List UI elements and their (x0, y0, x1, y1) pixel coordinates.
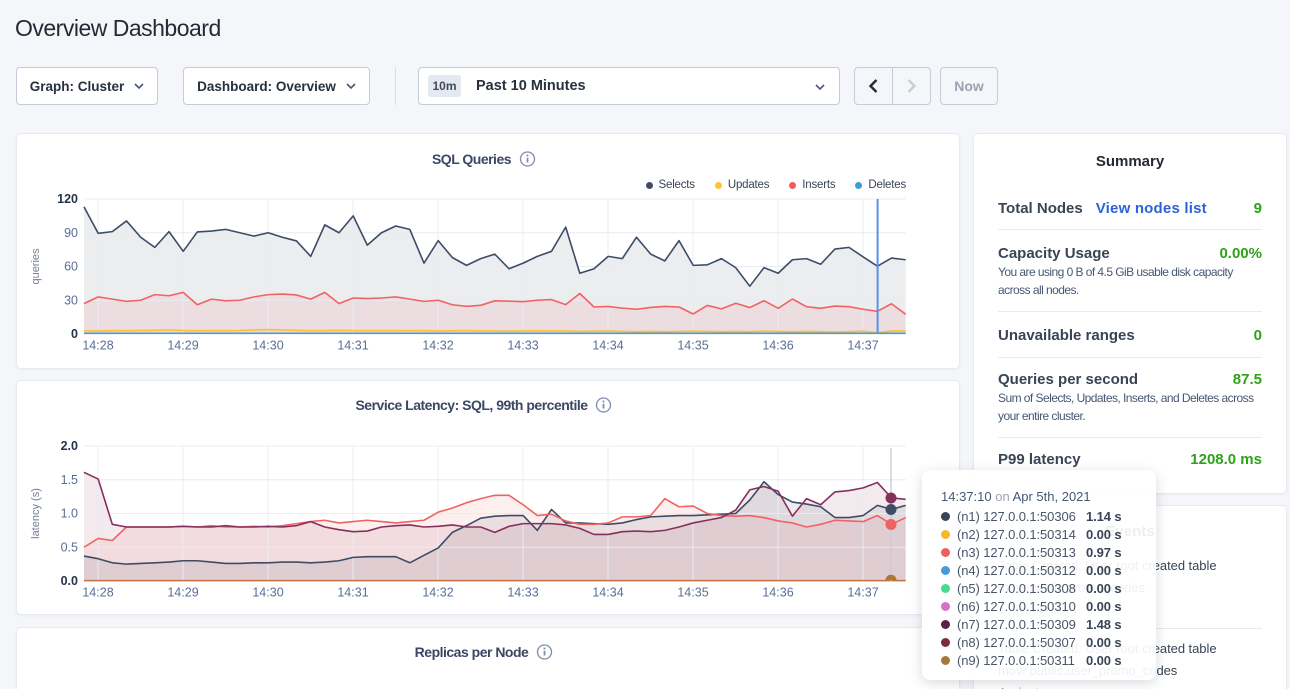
svg-text:14:37: 14:37 (847, 586, 878, 600)
svg-text:60: 60 (64, 260, 78, 274)
svg-text:120: 120 (57, 192, 78, 206)
svg-text:14:33: 14:33 (507, 586, 538, 600)
svg-text:1.5: 1.5 (61, 473, 78, 487)
svg-text:14:36: 14:36 (762, 339, 793, 353)
svg-text:14:29: 14:29 (167, 339, 198, 353)
svg-text:0: 0 (71, 327, 78, 341)
svg-text:14:37: 14:37 (847, 339, 878, 353)
svg-text:30: 30 (64, 293, 78, 307)
svg-text:14:30: 14:30 (252, 586, 283, 600)
svg-text:14:33: 14:33 (507, 339, 538, 353)
svg-text:14:35: 14:35 (677, 586, 708, 600)
svg-text:14:35: 14:35 (677, 339, 708, 353)
svg-text:14:31: 14:31 (337, 586, 368, 600)
svg-text:14:32: 14:32 (422, 339, 453, 353)
svg-text:14:31: 14:31 (337, 339, 368, 353)
svg-text:14:28: 14:28 (82, 586, 113, 600)
svg-text:1.0: 1.0 (61, 507, 78, 521)
svg-text:14:30: 14:30 (252, 339, 283, 353)
svg-text:latency (s): latency (s) (30, 488, 42, 539)
svg-text:2.0: 2.0 (61, 439, 78, 453)
svg-text:14:29: 14:29 (167, 586, 198, 600)
svg-text:14:32: 14:32 (422, 586, 453, 600)
svg-text:0.5: 0.5 (61, 540, 78, 554)
svg-text:90: 90 (64, 226, 78, 240)
svg-text:queries: queries (30, 248, 42, 285)
svg-text:14:36: 14:36 (762, 586, 793, 600)
svg-text:14:34: 14:34 (592, 339, 623, 353)
svg-text:14:28: 14:28 (82, 339, 113, 353)
svg-text:0.0: 0.0 (61, 574, 78, 588)
svg-text:14:34: 14:34 (592, 586, 623, 600)
